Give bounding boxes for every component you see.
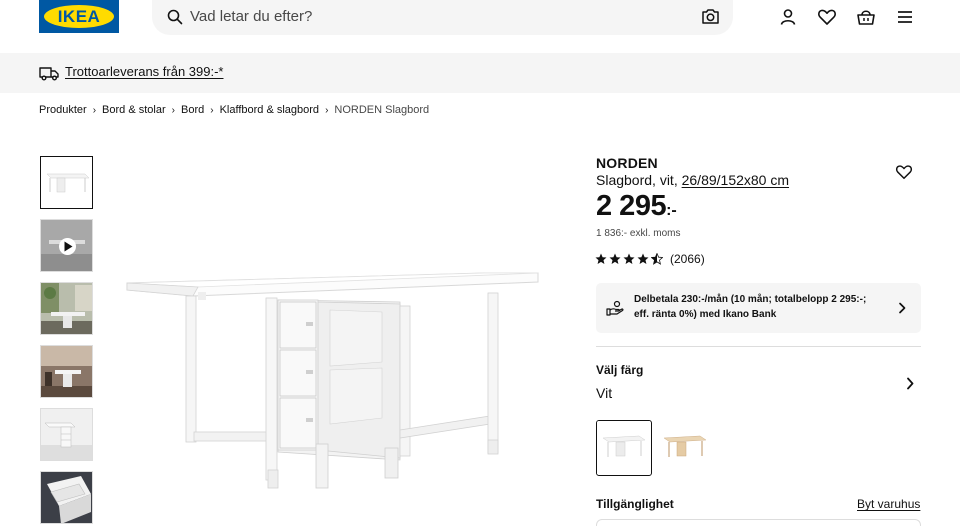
chevron-right-icon: › bbox=[325, 104, 329, 116]
chevron-right-icon: › bbox=[210, 104, 214, 116]
logo-text: IKEA bbox=[57, 6, 101, 26]
table-thumbnail-image bbox=[41, 157, 92, 208]
site-header: IKEA bbox=[0, 0, 960, 38]
product-type: Slagbord, vit, bbox=[596, 172, 682, 188]
star-icon bbox=[637, 253, 649, 264]
availability-box[interactable] bbox=[596, 519, 921, 526]
breadcrumb-item[interactable]: Bord bbox=[181, 104, 204, 116]
account-icon[interactable] bbox=[778, 7, 798, 27]
star-icon bbox=[623, 253, 635, 264]
product-dimensions-link[interactable]: 26/89/152x80 cm bbox=[682, 172, 789, 188]
white-table-swatch-image bbox=[597, 421, 650, 474]
color-swatch-birch[interactable] bbox=[656, 420, 712, 476]
product-name: NORDEN bbox=[596, 155, 658, 171]
folded-table-image bbox=[41, 409, 92, 460]
price-amount: 2 295 bbox=[596, 190, 667, 222]
half-star-icon bbox=[651, 253, 663, 265]
breadcrumb-item[interactable]: Bord & stolar bbox=[102, 104, 166, 116]
delivery-banner: Trottoarleverans från 399:-* bbox=[0, 53, 960, 93]
section-divider bbox=[596, 346, 921, 347]
star-icon bbox=[609, 253, 621, 264]
product-rating[interactable]: (2066) bbox=[595, 252, 705, 266]
birch-table-swatch-image bbox=[656, 420, 712, 476]
thumbnail-room-2[interactable] bbox=[40, 345, 93, 398]
rating-stars bbox=[595, 253, 663, 265]
color-value: Vit bbox=[596, 385, 613, 401]
payment-hand-icon bbox=[606, 300, 624, 316]
heart-icon[interactable] bbox=[817, 7, 837, 27]
chevron-right-icon bbox=[899, 302, 906, 314]
search-icon[interactable] bbox=[167, 9, 183, 25]
change-store-link[interactable]: Byt varuhus bbox=[857, 497, 920, 511]
search-input[interactable] bbox=[190, 0, 690, 33]
price-ex-vat: 1 836:- exkl. moms bbox=[596, 228, 681, 239]
delivery-link[interactable]: Trottoarleverans från 399:-* bbox=[65, 64, 223, 79]
room-photo-image bbox=[41, 346, 92, 397]
rating-count[interactable]: (2066) bbox=[670, 252, 705, 266]
breadcrumb: Produkter › Bord & stolar › Bord › Klaff… bbox=[39, 102, 429, 118]
room-photo-image bbox=[41, 283, 92, 334]
truck-icon bbox=[39, 67, 59, 81]
thumbnail-folded[interactable] bbox=[40, 408, 93, 461]
color-swatch-white[interactable] bbox=[596, 420, 652, 476]
product-price: 2 295:- bbox=[596, 190, 677, 223]
basket-icon[interactable] bbox=[856, 7, 876, 27]
product-main-image[interactable] bbox=[120, 230, 550, 500]
ikea-logo[interactable]: IKEA bbox=[39, 0, 119, 33]
thumbnail-product[interactable] bbox=[40, 156, 93, 209]
camera-icon[interactable] bbox=[701, 8, 720, 25]
financing-text: Delbetala 230:-/mån (10 mån; totalbelopp… bbox=[634, 294, 867, 320]
color-label: Välj färg bbox=[596, 363, 644, 377]
thumbnail-room-1[interactable] bbox=[40, 282, 93, 335]
financing-banner[interactable]: Delbetala 230:-/mån (10 mån; totalbelopp… bbox=[596, 283, 921, 333]
product-description: Slagbord, vit, 26/89/152x80 cm bbox=[596, 172, 789, 188]
chevron-right-icon[interactable] bbox=[905, 377, 915, 390]
menu-icon[interactable] bbox=[895, 7, 915, 27]
breadcrumb-item[interactable]: Produkter bbox=[39, 104, 87, 116]
availability-label: Tillgänglighet bbox=[596, 497, 674, 511]
video-thumbnail-image bbox=[41, 220, 92, 271]
price-suffix: :- bbox=[666, 202, 677, 219]
search-bar[interactable] bbox=[152, 0, 733, 35]
chevron-right-icon: › bbox=[171, 104, 175, 116]
chevron-right-icon: › bbox=[92, 104, 97, 116]
star-icon bbox=[595, 253, 607, 264]
thumbnail-video[interactable] bbox=[40, 219, 93, 272]
thumbnail-drawer[interactable] bbox=[40, 471, 93, 524]
heart-icon[interactable] bbox=[895, 163, 913, 181]
drawer-detail-image bbox=[41, 472, 92, 523]
breadcrumb-item[interactable]: Klaffbord & slagbord bbox=[220, 104, 319, 116]
breadcrumb-current: NORDEN Slagbord bbox=[334, 104, 430, 116]
logo-oval: IKEA bbox=[44, 5, 114, 28]
